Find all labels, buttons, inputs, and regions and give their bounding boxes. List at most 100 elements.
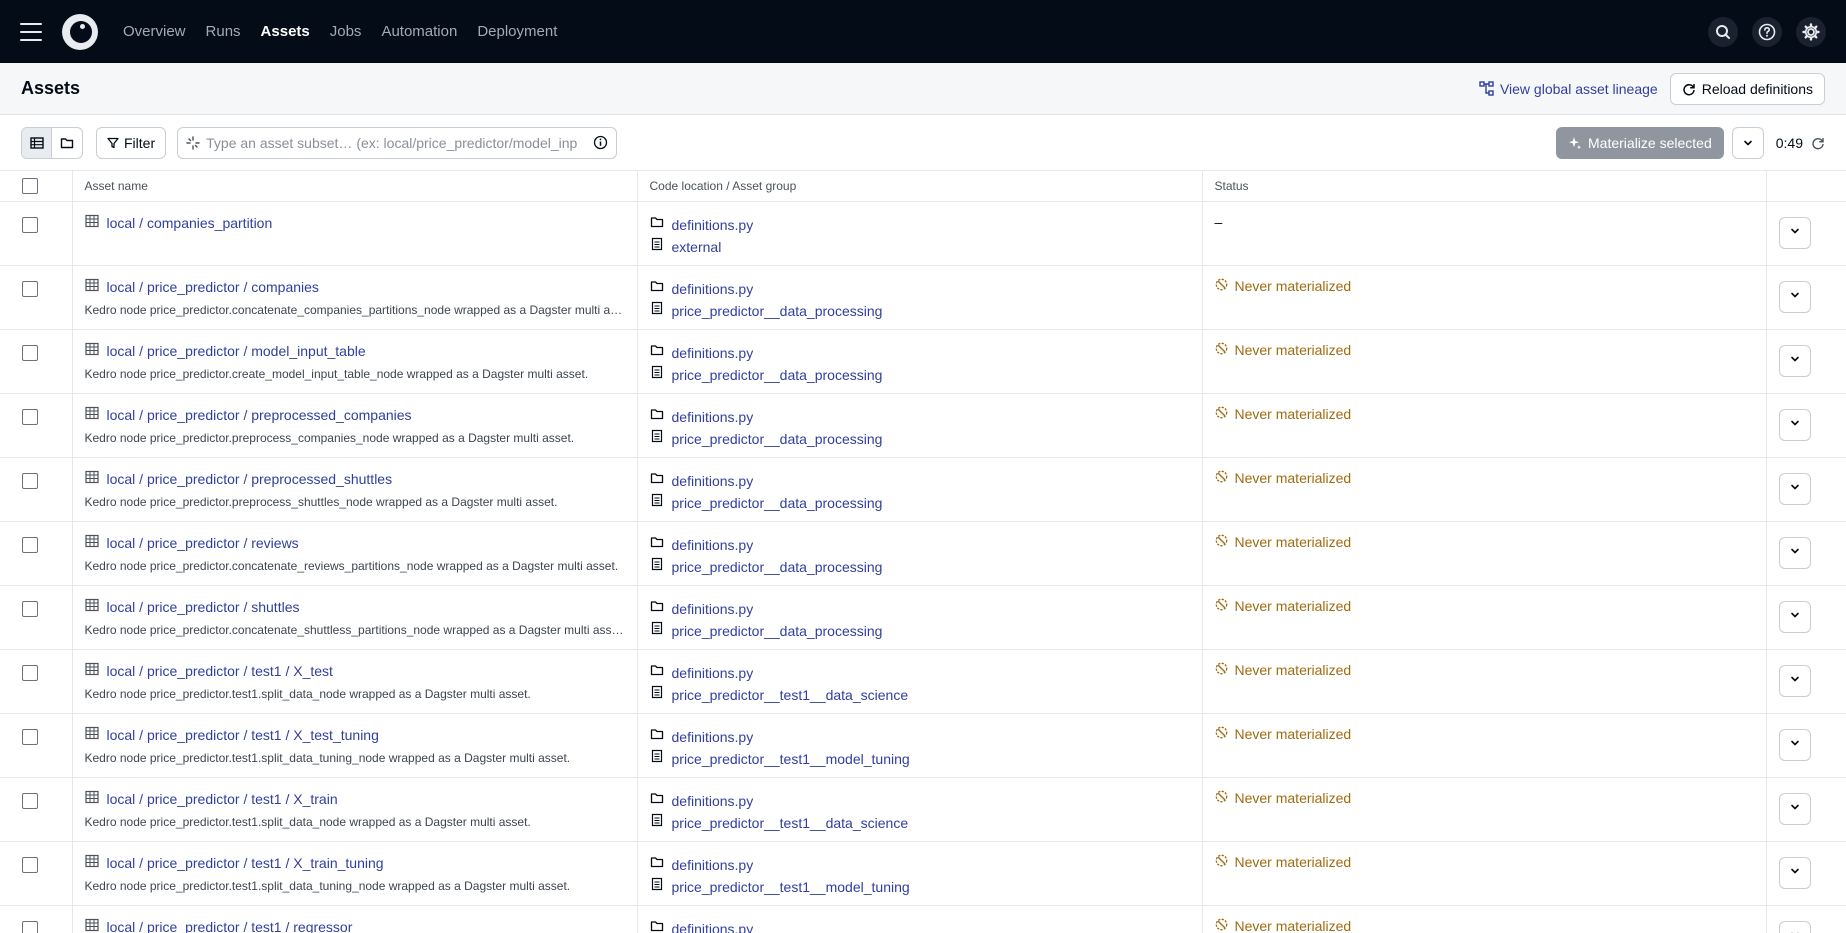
reload-definitions-button[interactable]: Reload definitions — [1669, 72, 1825, 105]
nav-deployment[interactable]: Deployment — [477, 23, 557, 40]
status-badge[interactable]: Never materialized — [1215, 534, 1754, 550]
materialize-selected-button[interactable]: Materialize selected — [1556, 126, 1724, 159]
asset-link[interactable]: local / price_predictor / test1 / regres… — [107, 919, 353, 933]
row-actions-button[interactable] — [1778, 792, 1811, 825]
code-location-link[interactable]: definitions.py — [672, 345, 754, 361]
status-badge[interactable]: Never materialized — [1215, 662, 1754, 678]
asset-group-link[interactable]: external — [672, 239, 722, 255]
refresh-icon[interactable] — [1811, 136, 1825, 150]
code-location-link[interactable]: definitions.py — [672, 921, 754, 933]
asset-group-link[interactable]: price_predictor__data_processing — [672, 303, 883, 319]
asset-group-link[interactable]: price_predictor__data_processing — [672, 495, 883, 511]
asset-group-link[interactable]: price_predictor__test1__data_science — [672, 687, 909, 703]
asset-group-link[interactable]: price_predictor__data_processing — [672, 431, 883, 447]
dagster-logo[interactable] — [62, 13, 98, 50]
code-location-link[interactable]: definitions.py — [672, 665, 754, 681]
row-checkbox[interactable] — [22, 664, 38, 681]
gear-icon[interactable] — [1796, 16, 1826, 47]
header-code-location[interactable]: Code location / Asset group — [637, 171, 1203, 202]
status-badge[interactable]: Never materialized — [1215, 278, 1754, 294]
row-actions-button[interactable] — [1778, 920, 1811, 933]
row-actions-button[interactable] — [1778, 472, 1811, 505]
status-badge[interactable]: Never materialized — [1215, 598, 1754, 614]
materialize-dropdown[interactable] — [1731, 126, 1764, 159]
asset-group-link[interactable]: price_predictor__data_processing — [672, 367, 883, 383]
asset-link[interactable]: local / price_predictor / test1 / X_trai… — [107, 791, 338, 807]
status-badge[interactable]: Never materialized — [1215, 342, 1754, 358]
status-badge[interactable]: Never materialized — [1215, 854, 1754, 870]
asset-link[interactable]: local / companies_partition — [107, 215, 273, 231]
asset-group-link[interactable]: price_predictor__test1__data_science — [672, 815, 909, 831]
header-status[interactable]: Status — [1202, 171, 1767, 202]
status-badge[interactable]: Never materialized — [1215, 470, 1754, 486]
status-badge[interactable]: Never materialized — [1215, 790, 1754, 806]
asset-link[interactable]: local / price_predictor / preprocessed_s… — [107, 471, 393, 487]
row-checkbox[interactable] — [22, 472, 38, 489]
nav-overview[interactable]: Overview — [123, 23, 186, 40]
asset-group-link[interactable]: price_predictor__data_processing — [672, 559, 883, 575]
row-checkbox[interactable] — [22, 728, 38, 745]
folder-view-icon[interactable] — [52, 128, 82, 158]
asset-link[interactable]: local / price_predictor / test1 / X_test — [107, 663, 333, 679]
header-asset-name[interactable]: Asset name — [72, 171, 638, 202]
asset-link[interactable]: local / price_predictor / test1 / X_trai… — [107, 855, 384, 871]
nav-automation[interactable]: Automation — [381, 23, 457, 40]
asset-link[interactable]: local / price_predictor / reviews — [107, 535, 299, 551]
status-text: Never materialized — [1234, 405, 1352, 422]
search-icon[interactable] — [1708, 16, 1738, 47]
row-checkbox[interactable] — [22, 536, 38, 553]
nav-jobs[interactable]: Jobs — [330, 23, 362, 40]
nav-runs[interactable]: Runs — [206, 23, 241, 40]
table-view-icon[interactable] — [22, 127, 52, 158]
asset-search-input[interactable] — [206, 134, 588, 151]
code-location-link[interactable]: definitions.py — [672, 409, 754, 425]
filter-button[interactable]: Filter — [96, 126, 167, 159]
asset-link[interactable]: local / price_predictor / companies — [107, 279, 319, 295]
asset-link[interactable]: local / price_predictor / preprocessed_c… — [107, 407, 412, 423]
row-checkbox[interactable] — [22, 600, 38, 617]
row-actions-button[interactable] — [1778, 536, 1811, 569]
asset-link[interactable]: local / price_predictor / shuttles — [107, 599, 300, 615]
asset-name-cell: local / price_predictor / test1 / X_test… — [72, 713, 638, 778]
asset-link[interactable]: local / price_predictor / test1 / X_test… — [107, 727, 379, 743]
asset-group-link[interactable]: price_predictor__test1__model_tuning — [672, 751, 910, 767]
info-icon[interactable] — [593, 135, 608, 150]
menu-icon[interactable] — [20, 22, 42, 41]
status-badge[interactable]: Never materialized — [1215, 406, 1754, 422]
nav-assets[interactable]: Assets — [261, 23, 310, 40]
row-actions-button[interactable] — [1778, 280, 1811, 313]
row-checkbox[interactable] — [22, 856, 38, 873]
row-actions-button[interactable] — [1778, 664, 1811, 697]
code-location-link[interactable]: definitions.py — [672, 729, 754, 745]
folder-icon — [650, 407, 664, 426]
row-actions-button[interactable] — [1778, 216, 1811, 249]
row-checkbox[interactable] — [22, 216, 38, 233]
row-actions-button[interactable] — [1778, 344, 1811, 377]
row-checkbox[interactable] — [22, 344, 38, 361]
code-location-link[interactable]: definitions.py — [672, 217, 754, 233]
row-checkbox[interactable] — [22, 280, 38, 297]
code-location-link[interactable]: definitions.py — [672, 281, 754, 297]
row-actions-button[interactable] — [1778, 856, 1811, 889]
row-checkbox[interactable] — [22, 920, 38, 933]
view-lineage-link[interactable]: View global asset lineage — [1479, 81, 1658, 97]
status-badge[interactable]: Never materialized — [1215, 918, 1754, 933]
status-badge[interactable]: Never materialized — [1215, 726, 1754, 742]
select-all-checkbox[interactable] — [22, 177, 38, 194]
asset-link[interactable]: local / price_predictor / model_input_ta… — [107, 343, 366, 359]
code-location-link[interactable]: definitions.py — [672, 793, 754, 809]
row-checkbox[interactable] — [22, 792, 38, 809]
row-select-cell — [0, 905, 73, 933]
code-location-link[interactable]: definitions.py — [672, 473, 754, 489]
code-location-link[interactable]: definitions.py — [672, 601, 754, 617]
row-actions-button[interactable] — [1778, 728, 1811, 761]
code-location-link[interactable]: definitions.py — [672, 537, 754, 553]
help-icon[interactable] — [1752, 16, 1782, 47]
row-actions-button[interactable] — [1778, 600, 1811, 633]
asset-group-link[interactable]: price_predictor__test1__model_tuning — [672, 879, 910, 895]
code-location-link[interactable]: definitions.py — [672, 857, 754, 873]
asset-group-link[interactable]: price_predictor__data_processing — [672, 623, 883, 639]
table-row: local / price_predictor / preprocessed_s… — [0, 457, 1846, 522]
row-actions-button[interactable] — [1778, 408, 1811, 441]
row-checkbox[interactable] — [22, 408, 38, 425]
